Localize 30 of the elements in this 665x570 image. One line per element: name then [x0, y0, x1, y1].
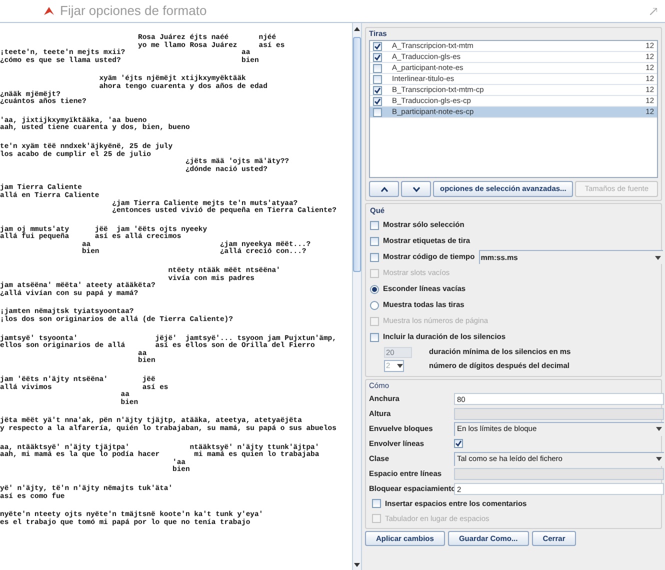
chevron-up-icon: [380, 186, 388, 192]
app-icon: [44, 7, 54, 15]
radio-button[interactable]: [370, 300, 379, 310]
caret-icon: [655, 256, 661, 260]
window-title: Fijar opciones de formato: [60, 2, 207, 20]
checkbox[interactable]: [370, 332, 379, 342]
scrollbar[interactable]: [352, 23, 362, 570]
move-up-button[interactable]: [369, 181, 399, 197]
scrollbar-thumb[interactable]: [353, 37, 361, 272]
checkbox[interactable]: [370, 220, 379, 230]
checkbox[interactable]: [373, 52, 382, 62]
checkbox[interactable]: [454, 439, 463, 448]
up-arrow-icon[interactable]: [354, 27, 360, 31]
checkbox[interactable]: [370, 252, 379, 262]
caret-icon: [656, 457, 662, 461]
checkbox[interactable]: [373, 42, 382, 50]
radio-button[interactable]: [370, 284, 379, 294]
caret-icon: [397, 364, 403, 368]
resize-icon: [650, 8, 657, 14]
chevron-down-icon: [412, 186, 420, 192]
checkbox[interactable]: [373, 74, 382, 84]
checkbox[interactable]: [370, 236, 379, 246]
checkbox[interactable]: [372, 499, 381, 508]
move-down-button[interactable]: [401, 181, 431, 197]
down-arrow-icon[interactable]: [354, 563, 360, 567]
checkbox[interactable]: [373, 96, 382, 106]
checkbox[interactable]: [373, 64, 382, 72]
caret-icon: [656, 427, 662, 431]
checkbox[interactable]: [373, 108, 382, 116]
checkbox[interactable]: [373, 86, 382, 94]
